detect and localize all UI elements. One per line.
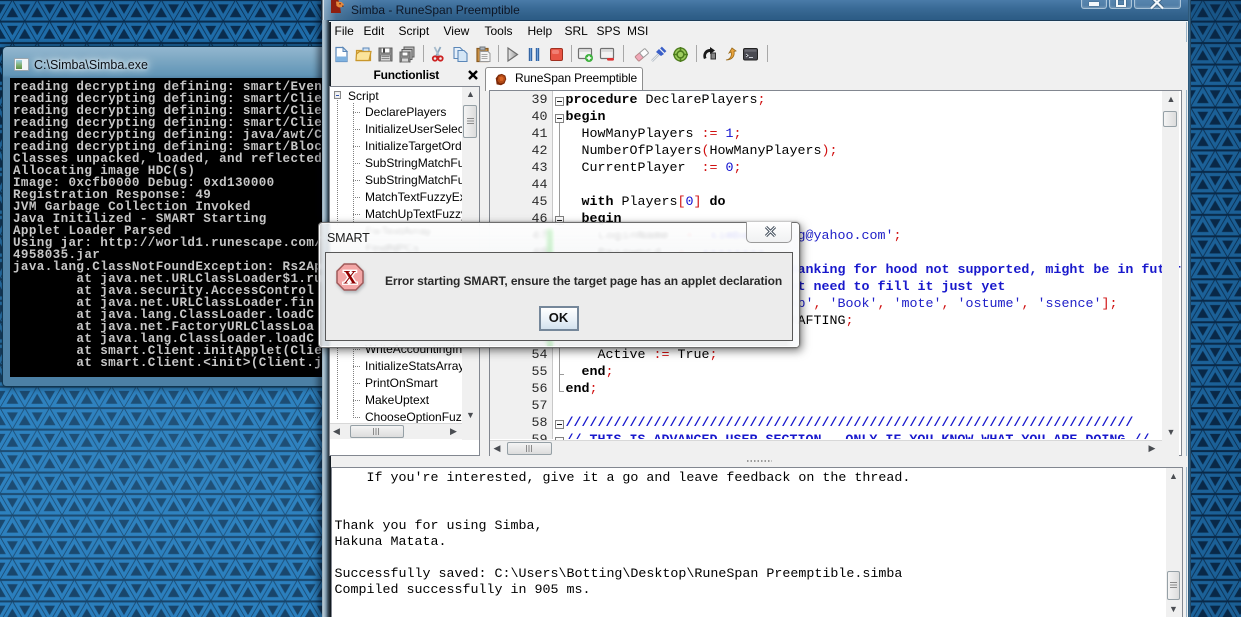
svg-text:X: X — [343, 268, 357, 289]
